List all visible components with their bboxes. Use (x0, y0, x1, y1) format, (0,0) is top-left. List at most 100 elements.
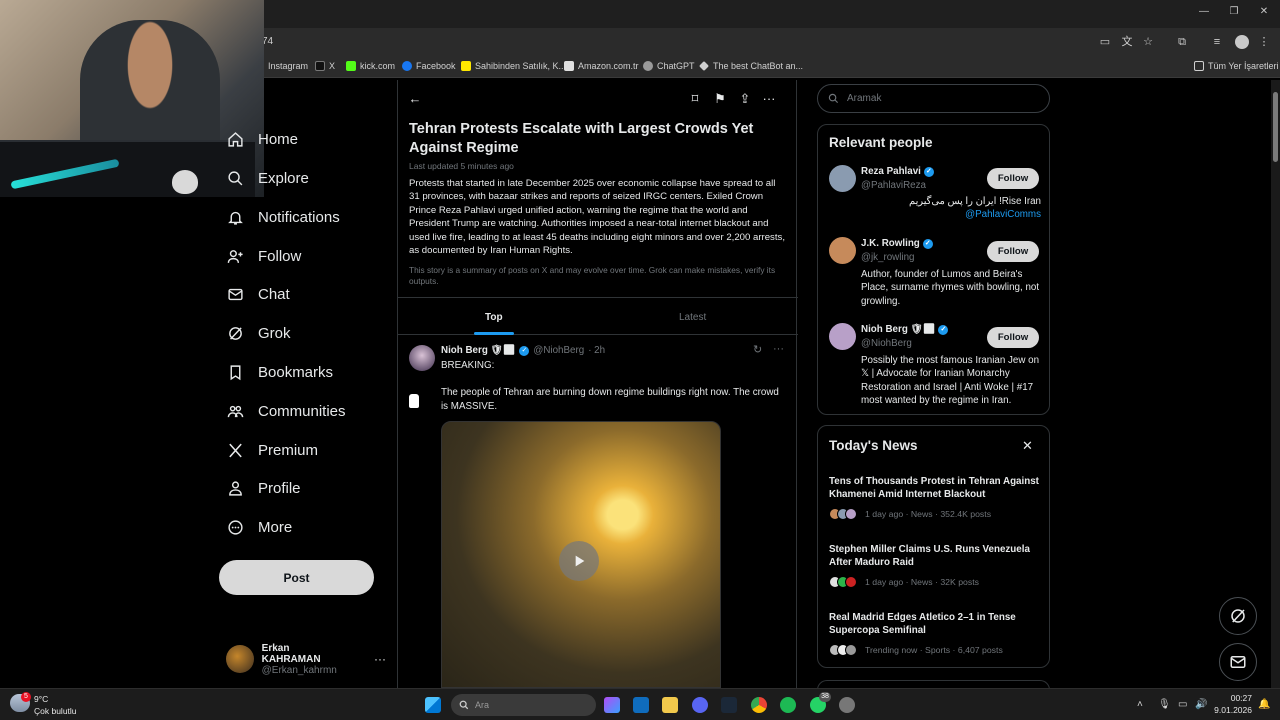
bookmark-x[interactable]: X (315, 61, 335, 71)
media-icon[interactable]: ≡ (1211, 36, 1223, 48)
more-dots-icon[interactable]: ··· (374, 652, 386, 666)
avatar[interactable] (829, 165, 856, 192)
cast-icon[interactable]: ▭ (1099, 36, 1111, 48)
person-name[interactable]: Nioh Berg 🛡✡ ✓ (861, 324, 949, 335)
maximize-icon[interactable]: ❐ (1218, 6, 1250, 17)
profile-avatar-icon[interactable] (1235, 35, 1249, 49)
clock-date[interactable]: 9.01.2026 (1211, 705, 1252, 715)
play-button[interactable] (559, 541, 599, 581)
chevron-up-icon[interactable]: ˄ (1137, 699, 1143, 710)
weather-desc[interactable]: Çok bulutlu (34, 706, 77, 716)
person-name[interactable]: Reza Pahlavi ✓ (861, 166, 934, 177)
news-item[interactable]: Tens of Thousands Protest in Tehran Agai… (829, 475, 1039, 520)
person-handle[interactable]: @NiohBerg (861, 338, 912, 349)
notification-bell-icon[interactable]: 🔔 (1258, 699, 1270, 710)
news-item[interactable]: Stephen Miller Claims U.S. Runs Venezuel… (829, 543, 1039, 588)
avatar[interactable] (829, 237, 856, 264)
flag-icon[interactable]: ⚑ (713, 92, 727, 106)
nav-home[interactable]: Home (227, 127, 298, 151)
avatar[interactable] (829, 323, 856, 350)
whatsapp-badge: 38 (819, 692, 831, 702)
nav-explore[interactable]: Explore (227, 166, 309, 190)
nav-bookmarks[interactable]: Bookmarks (227, 360, 333, 384)
steam-icon[interactable] (721, 697, 737, 713)
nav-label: Follow (258, 247, 302, 265)
bio-mention-link[interactable]: @PahlaviComms (861, 208, 1041, 221)
tab-top[interactable]: Top (485, 312, 503, 323)
share-icon[interactable]: ⇪ (738, 92, 752, 106)
bookmark-chatgpt[interactable]: ChatGPT (643, 61, 695, 71)
network-icon[interactable]: ▭ (1178, 699, 1187, 710)
weather-temp[interactable]: 9°C (34, 694, 48, 704)
translate-icon[interactable]: 文 (1121, 36, 1133, 48)
nav-premium[interactable]: Premium (227, 438, 318, 462)
bookmark-sahibinden[interactable]: Sahibinden Satılık, K... (461, 61, 566, 71)
outlook-icon[interactable] (633, 697, 649, 713)
tweet-author-name[interactable]: Nioh Berg 🛡✡ (441, 345, 515, 356)
more-dots-icon[interactable]: ··· (773, 343, 784, 355)
nav-profile[interactable]: Profile (227, 476, 301, 500)
tweet-time[interactable]: · 2h (588, 345, 605, 356)
grok-icon[interactable]: ↻ (753, 343, 762, 356)
bookmark-amazon[interactable]: Amazon.com.tr (564, 61, 639, 71)
discord-icon[interactable] (692, 697, 708, 713)
follow-button[interactable]: Follow (987, 327, 1039, 348)
card-title: Today's News (829, 438, 918, 453)
copilot-icon[interactable] (604, 697, 620, 713)
tweet-avatar[interactable] (409, 345, 435, 371)
person-handle[interactable]: @jk_rowling (861, 252, 915, 263)
menu-dots-icon[interactable]: ⋮ (1258, 36, 1270, 48)
chrome-icon[interactable] (751, 697, 767, 713)
news-item[interactable]: Real Madrid Edges Atletico 2–1 in Tense … (829, 611, 1039, 656)
volume-icon[interactable]: 🔊 (1195, 699, 1207, 710)
follow-button[interactable]: Follow (987, 168, 1039, 189)
nav-follow[interactable]: Follow (227, 244, 301, 268)
bookmark-instagram[interactable]: Instagram (268, 61, 308, 71)
page-scrollbar[interactable] (1271, 80, 1280, 688)
close-window-icon[interactable]: ✕ (1248, 6, 1280, 17)
extensions-icon[interactable]: ⧉ (1176, 36, 1188, 48)
close-icon[interactable]: ✕ (1022, 438, 1033, 454)
nav-more[interactable]: More (227, 515, 292, 539)
post-button[interactable]: Post (219, 560, 374, 595)
x-logo-icon (229, 443, 242, 457)
tweet-author-handle[interactable]: @NiohBerg (533, 345, 584, 356)
communities-icon (227, 405, 244, 417)
minimize-icon[interactable]: — (1188, 6, 1220, 17)
nav-communities[interactable]: Communities (227, 399, 346, 423)
file-explorer-icon[interactable] (662, 697, 678, 713)
follow-button[interactable]: Follow (987, 241, 1039, 262)
story-body: Protests that started in late December 2… (409, 178, 785, 257)
scrollbar-thumb[interactable] (1273, 92, 1278, 162)
bookmark-kick[interactable]: kick.com (346, 61, 395, 71)
clock-time[interactable]: 00:27 (1218, 693, 1252, 703)
nav-grok[interactable]: Grok (227, 321, 291, 345)
news-avatars (829, 575, 857, 588)
taskbar-search[interactable]: Ara (451, 694, 596, 716)
messages-fab[interactable] (1219, 643, 1257, 681)
bookmark-icon[interactable]: ⌑ (688, 92, 702, 106)
tweet-video[interactable] (441, 421, 721, 688)
person-name-text: Reza Pahlavi (861, 166, 921, 177)
windows-start-icon[interactable] (425, 697, 441, 713)
account-switcher[interactable]: Erkan KAHRAMAN @Erkan_kahrmn ··· (226, 643, 386, 676)
microphone-icon[interactable]: 🎙 (1158, 699, 1171, 710)
star-icon[interactable]: ☆ (1142, 36, 1154, 48)
app-icon[interactable] (839, 697, 855, 713)
news-meta: 1 day ago · News · 352.4K posts (829, 507, 1039, 520)
back-arrow-icon[interactable]: ← (408, 92, 422, 106)
person-name[interactable]: J.K. Rowling ✓ (861, 238, 933, 249)
more-dots-icon[interactable]: ··· (762, 92, 776, 106)
person-handle[interactable]: @PahlaviReza (861, 180, 926, 191)
nav-notifications[interactable]: Notifications (227, 205, 340, 229)
bookmark-label: Tüm Yer İşaretleri (1208, 61, 1279, 71)
spotify-icon[interactable] (780, 697, 796, 713)
tab-latest[interactable]: Latest (679, 312, 706, 323)
search-input[interactable]: Aramak (817, 84, 1050, 113)
cursor-hand-icon (409, 394, 419, 408)
bookmark-chatbot[interactable]: The best ChatBot an... (699, 61, 803, 71)
bookmark-facebook[interactable]: Facebook (402, 61, 456, 71)
nav-chat[interactable]: Chat (227, 282, 290, 306)
all-bookmarks[interactable]: Tüm Yer İşaretleri (1194, 61, 1279, 71)
grok-fab[interactable] (1219, 597, 1257, 635)
